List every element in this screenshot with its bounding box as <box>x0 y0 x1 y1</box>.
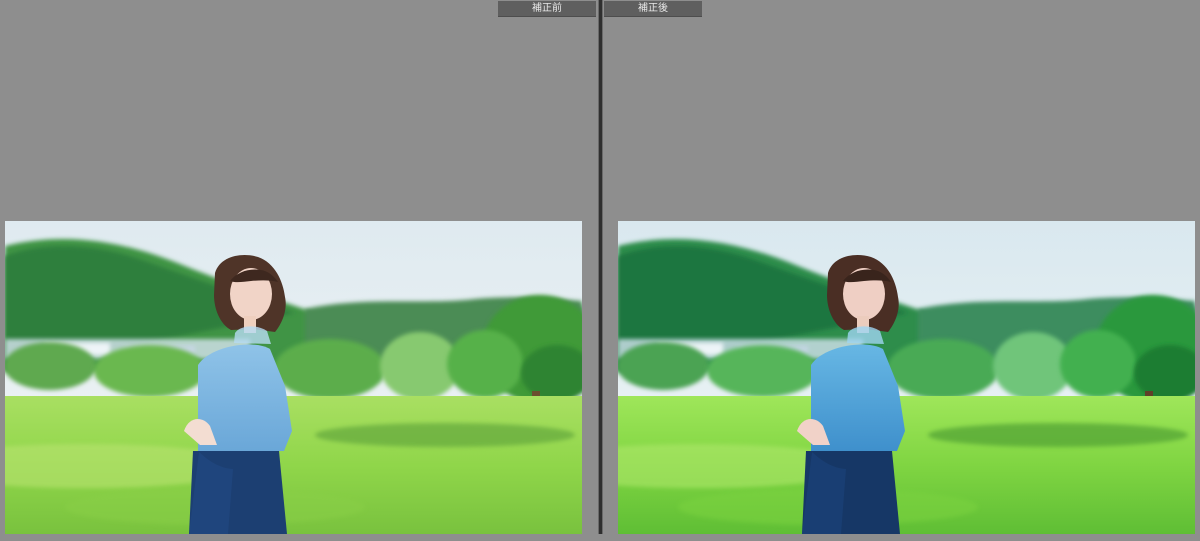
bottom-strip <box>0 534 1200 541</box>
before-pane: 補正前 <box>0 0 598 541</box>
after-pane: 補正後 <box>603 0 1200 541</box>
before-photo[interactable] <box>5 221 582 534</box>
before-label: 補正前 <box>498 1 596 17</box>
after-photo[interactable] <box>618 221 1195 534</box>
before-after-compare-view: 補正前 補正後 <box>0 0 1200 541</box>
after-photo-image <box>618 221 1195 534</box>
after-label: 補正後 <box>604 1 702 17</box>
before-photo-image <box>5 221 582 534</box>
